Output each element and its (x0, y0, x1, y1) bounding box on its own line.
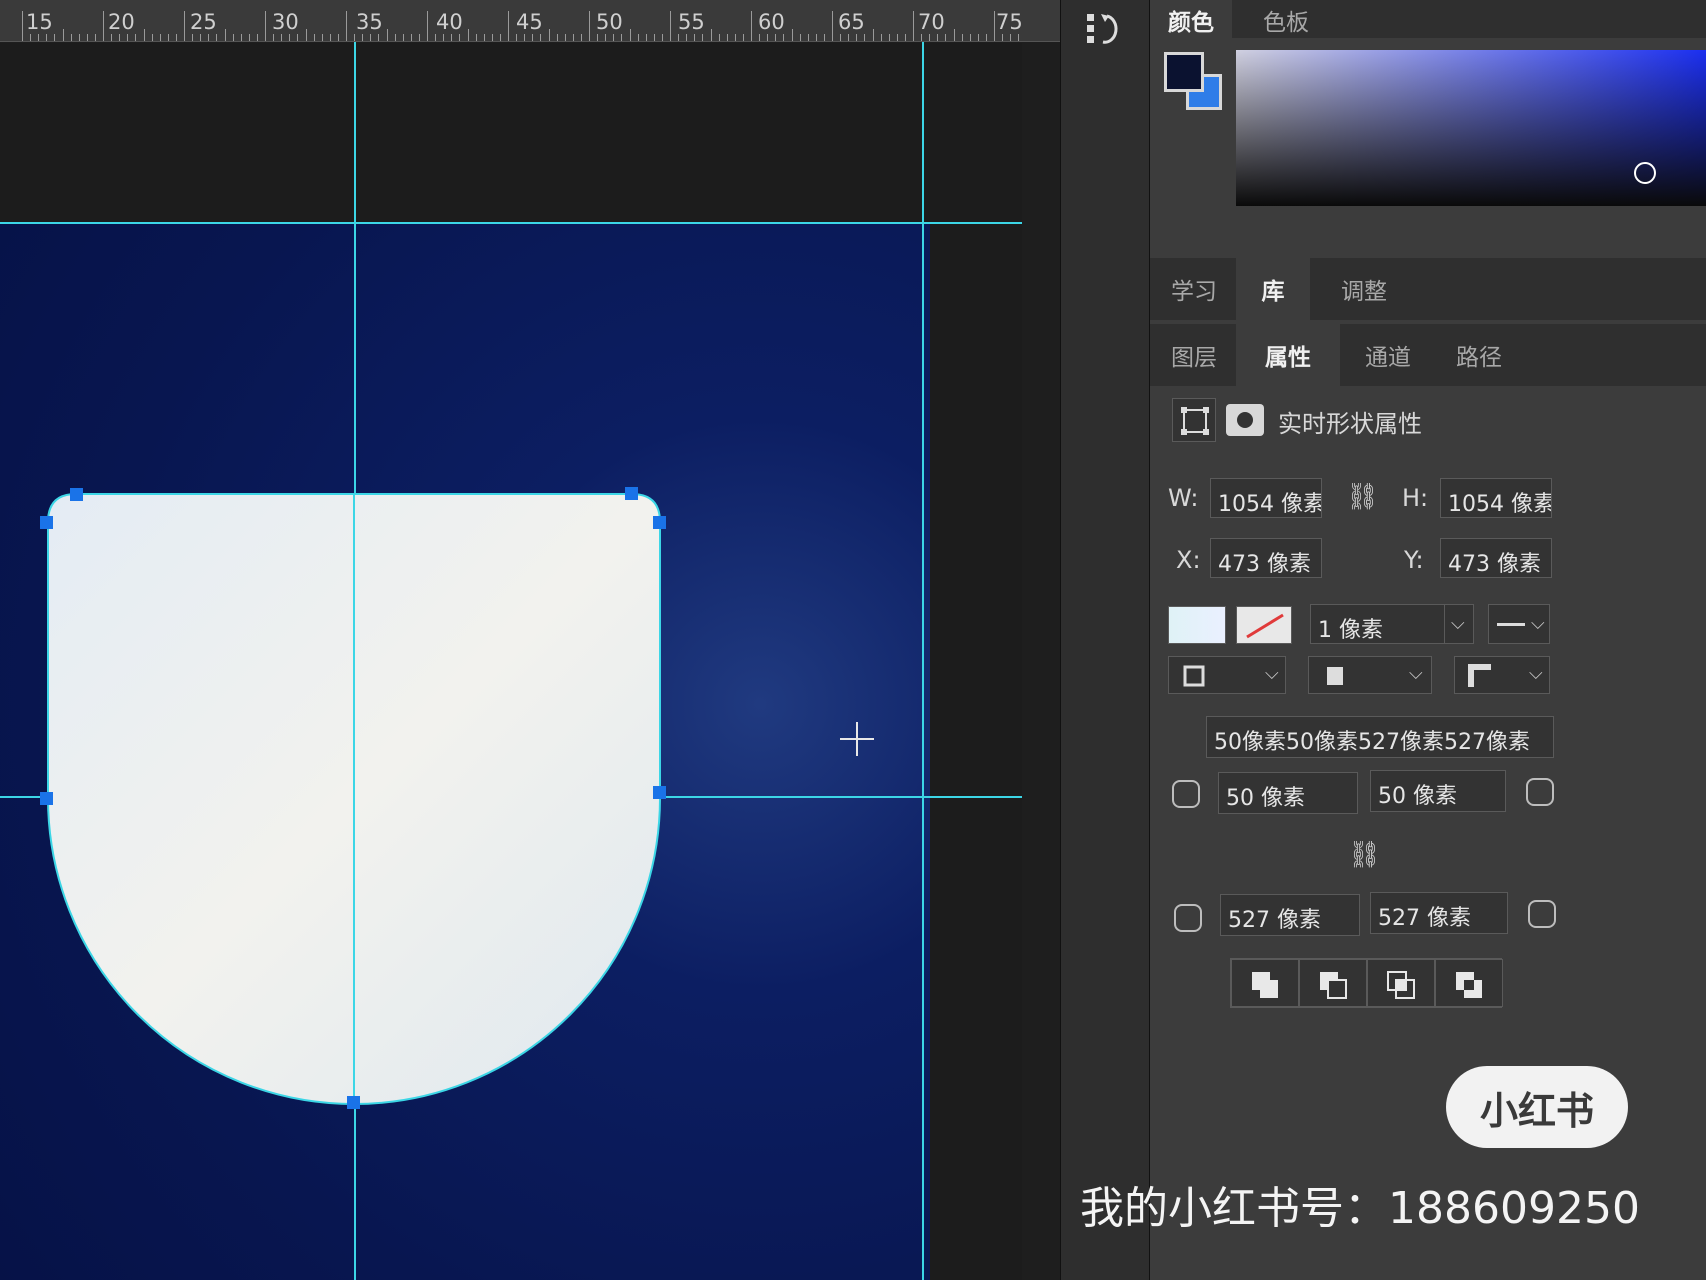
xiaohongshu-logo: 小红书 (1446, 1066, 1628, 1148)
tab-color[interactable]: 颜色 (1150, 0, 1232, 40)
color-panel-tabs: 颜色 色板 (1150, 0, 1706, 40)
tab-layers[interactable]: 图层 (1152, 324, 1236, 386)
corner-bl-field[interactable]: 527 像素 (1220, 894, 1360, 936)
foreground-color-swatch[interactable] (1164, 52, 1204, 92)
stroke-align-dropdown[interactable]: ⌵ (1168, 656, 1286, 694)
properties-title: 实时形状属性 (1278, 410, 1422, 438)
width-label: W: (1168, 484, 1199, 512)
stroke-swatch[interactable] (1236, 606, 1292, 644)
width-field[interactable]: 1054 像素 (1210, 478, 1322, 518)
panel-tool-strip (1060, 0, 1150, 1280)
x-label: X: (1176, 546, 1201, 574)
layers-panel-tabs: 图层 属性 通道 路径 (1150, 324, 1706, 386)
anchor-point[interactable] (40, 516, 53, 529)
tab-channels[interactable]: 通道 (1342, 324, 1434, 386)
fill-swatch[interactable] (1168, 606, 1226, 644)
exclude-overlap-button[interactable] (1435, 959, 1503, 1007)
anchor-point[interactable] (347, 1096, 360, 1109)
corner-tr-field[interactable]: 50 像素 (1370, 770, 1506, 812)
y-label: Y: (1404, 546, 1424, 574)
stroke-width-field[interactable]: 1 像素 (1310, 604, 1446, 644)
height-field[interactable]: 1054 像素 (1440, 478, 1552, 518)
stroke-cap-dropdown[interactable]: ⌵ (1308, 656, 1432, 694)
path-operations-group (1230, 958, 1503, 1008)
tab-swatches[interactable]: 色板 (1232, 0, 1340, 40)
tab-adjustments[interactable]: 调整 (1314, 258, 1414, 320)
tab-paths[interactable]: 路径 (1434, 324, 1524, 386)
color-panel (1150, 38, 1706, 254)
crosshair-cursor-icon (840, 722, 874, 756)
history-icon[interactable] (1085, 10, 1123, 48)
tab-learn[interactable]: 学习 (1152, 258, 1236, 320)
live-shape[interactable] (0, 0, 1060, 1280)
height-label: H: (1402, 484, 1429, 512)
corner-br-field[interactable]: 527 像素 (1370, 892, 1508, 934)
x-field[interactable]: 473 像素 (1210, 538, 1322, 578)
corner-tl-field[interactable]: 50 像素 (1218, 772, 1358, 814)
stroke-corner-dropdown[interactable]: ⌵ (1454, 656, 1550, 694)
corner-bl-icon (1174, 904, 1202, 932)
anchor-point[interactable] (40, 792, 53, 805)
corner-tr-icon (1526, 778, 1554, 806)
link-corners-icon[interactable]: ⛓ (1348, 840, 1381, 870)
canvas-area[interactable]: 15 20 25 30 35 40 45 50 55 60 65 70 75 (0, 0, 1060, 1280)
corner-br-icon (1528, 900, 1556, 928)
watermark-account: 我的小红书号：188609250 (1080, 1183, 1640, 1234)
tab-properties[interactable]: 属性 (1236, 324, 1340, 386)
transform-icon[interactable] (1172, 398, 1216, 442)
subtract-front-shape-button[interactable] (1299, 959, 1367, 1007)
intersect-shapes-button[interactable] (1367, 959, 1435, 1007)
stroke-type-dropdown[interactable]: ⌵ (1488, 604, 1550, 644)
tab-libraries[interactable]: 库 (1236, 258, 1310, 320)
stroke-width-dropdown[interactable]: ⌵ (1444, 604, 1474, 644)
mask-icon[interactable] (1226, 404, 1264, 436)
combine-shapes-button[interactable] (1231, 959, 1299, 1007)
anchor-point[interactable] (653, 516, 666, 529)
library-panel-tabs: 学习 库 调整 (1150, 258, 1706, 320)
anchor-point[interactable] (653, 786, 666, 799)
color-picker-ring-icon[interactable] (1634, 162, 1656, 184)
anchor-point[interactable] (625, 487, 638, 500)
anchor-point[interactable] (70, 488, 83, 501)
y-field[interactable]: 473 像素 (1440, 538, 1552, 578)
color-spectrum[interactable] (1236, 50, 1706, 206)
corner-tl-icon (1172, 780, 1200, 808)
corner-radius-summary[interactable]: 50像素50像素527像素527像素 (1206, 716, 1554, 758)
link-dimensions-icon[interactable]: ⛓ (1346, 482, 1379, 512)
